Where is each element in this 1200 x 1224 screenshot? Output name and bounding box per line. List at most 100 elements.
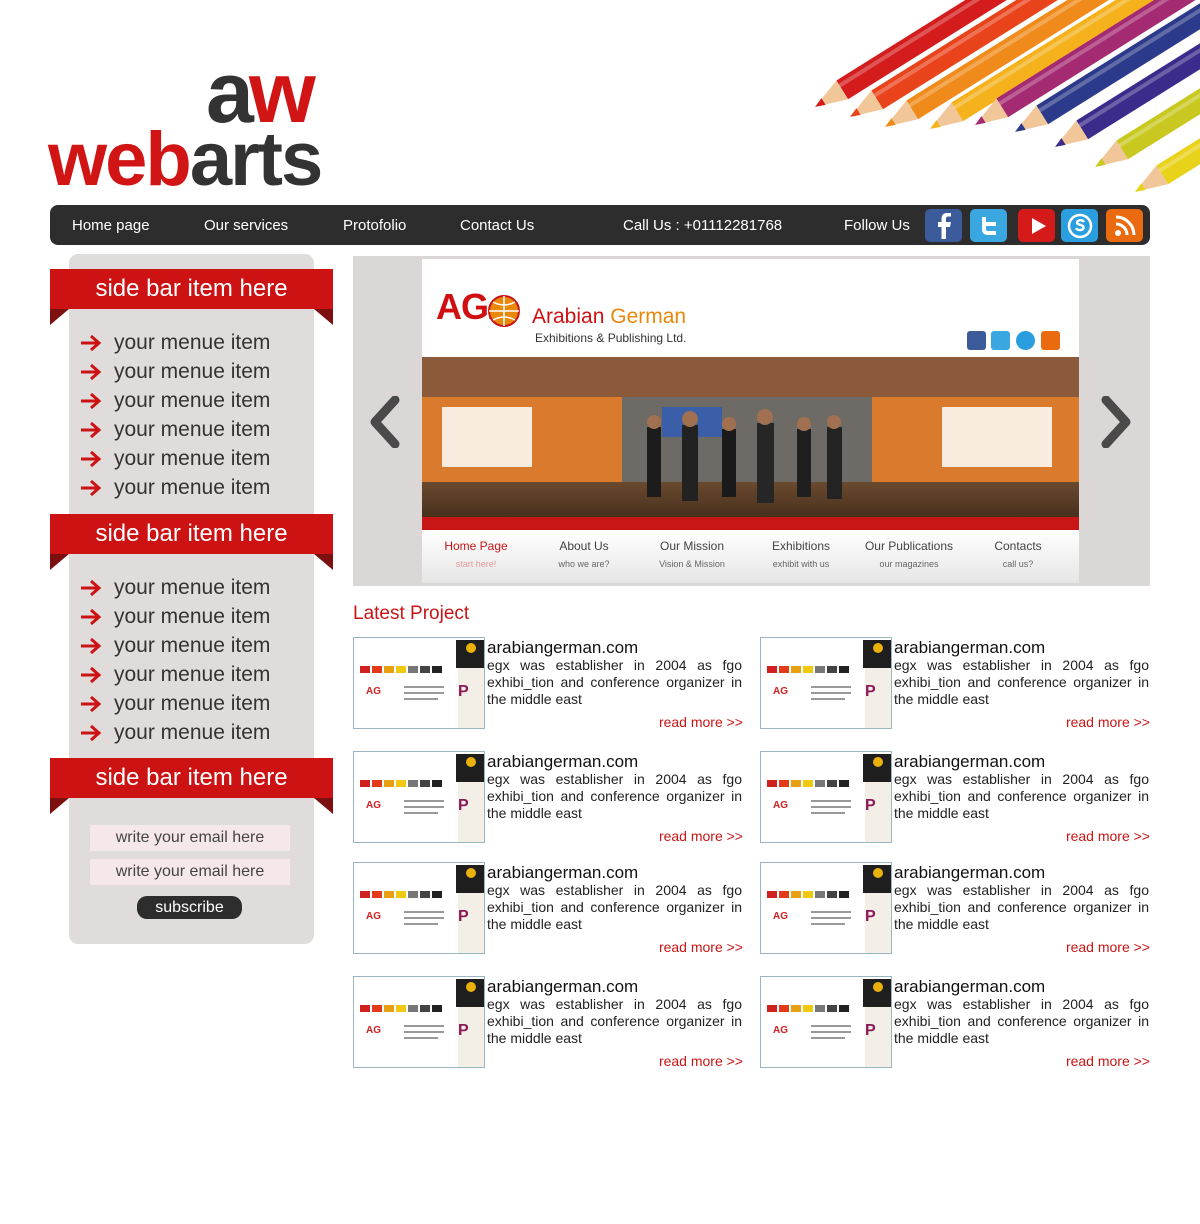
project-thumbnail[interactable]: P AG [353, 751, 485, 843]
project-thumbnail[interactable]: P AG [353, 637, 485, 729]
project-description: egx was establisher in 2004 as fgo exhib… [487, 882, 742, 932]
slide-nav-publications: Our Publications our magazines [864, 539, 954, 569]
svg-text:P: P [865, 797, 876, 814]
rss-icon[interactable] [1106, 209, 1143, 242]
svg-text:P: P [458, 797, 469, 814]
red-arrow-icon [81, 695, 102, 712]
rss-icon [1041, 331, 1060, 350]
red-arrow-icon [81, 579, 102, 596]
svg-text:P: P [458, 683, 469, 700]
sidebar-menu-item[interactable]: your menue item [80, 718, 320, 747]
svg-text:AG: AG [366, 911, 381, 922]
featured-slider: AGEX Arabian German Exhibitions & Publis… [353, 256, 1150, 586]
project-thumbnail[interactable]: P AG [353, 862, 485, 954]
slider-prev-arrow[interactable] [365, 396, 405, 448]
svg-text:AG: AG [773, 800, 788, 811]
svg-text:P: P [865, 1022, 876, 1039]
slide-nav-bar: Home Page start here! About Us who we are?… [422, 530, 1079, 583]
sidebar-menu-item[interactable]: your menue item [80, 631, 320, 660]
project-title[interactable]: arabiangerman.com [487, 863, 638, 883]
ribbon-fold [50, 554, 69, 570]
sidebar-menu-item[interactable]: your menue item [80, 473, 320, 502]
slide-screenshot[interactable]: AGEX Arabian German Exhibitions & Publis… [422, 259, 1079, 583]
email-field-2[interactable] [90, 859, 290, 885]
youtube-icon[interactable] [1018, 209, 1055, 242]
ribbon-fold [314, 554, 333, 570]
red-arrow-icon [81, 334, 102, 351]
svg-text:P: P [458, 908, 469, 925]
email-field-1[interactable] [90, 825, 290, 851]
read-more-link[interactable]: read more >> [1066, 1053, 1150, 1069]
project-thumbnail[interactable]: P AG [760, 637, 892, 729]
project-description: egx was establisher in 2004 as fgo exhib… [894, 771, 1149, 821]
project-thumbnail[interactable]: P AG [760, 862, 892, 954]
read-more-link[interactable]: read more >> [1066, 714, 1150, 730]
red-arrow-icon [81, 392, 102, 409]
read-more-link[interactable]: read more >> [659, 939, 743, 955]
call-us-text: Call Us : +01112281768 [623, 217, 783, 234]
nav-contact-us[interactable]: Contact Us [460, 205, 534, 245]
project-description: egx was establisher in 2004 as fgo exhib… [487, 771, 742, 821]
slide-nav-home: Home Page start here! [444, 539, 508, 569]
nav-portfolio[interactable]: Protofolio [343, 205, 406, 245]
subscribe-button[interactable]: subscribe [137, 896, 242, 919]
sidebar-menu-item[interactable]: your menue item [80, 328, 320, 357]
red-arrow-icon [81, 479, 102, 496]
project-card: P AG arabiangerman.com egx was establisher … [760, 862, 1150, 956]
facebook-icon[interactable] [925, 209, 962, 242]
twitter-icon[interactable] [970, 209, 1007, 242]
ribbon-fold [314, 798, 333, 814]
read-more-link[interactable]: read more >> [659, 1053, 743, 1069]
sidebar-menu-item[interactable]: your menue item [80, 573, 320, 602]
project-card: P AG arabiangerman.com egx was establisher … [353, 976, 743, 1070]
project-title[interactable]: arabiangerman.com [487, 752, 638, 772]
project-title[interactable]: arabiangerman.com [894, 863, 1045, 883]
svg-text:AG: AG [366, 686, 381, 697]
red-arrow-icon [81, 450, 102, 467]
read-more-link[interactable]: read more >> [1066, 828, 1150, 844]
project-card: P AG arabiangerman.com egx was establisher … [353, 862, 743, 956]
sidebar-menu-item[interactable]: your menue item [80, 415, 320, 444]
project-title[interactable]: arabiangerman.com [894, 977, 1045, 997]
webarts-logo[interactable]: aw webarts [48, 50, 378, 202]
read-more-link[interactable]: read more >> [659, 714, 743, 730]
red-arrow-icon [81, 421, 102, 438]
latest-project-heading: Latest Project [353, 603, 470, 624]
skype-icon [1016, 331, 1035, 350]
project-title[interactable]: arabiangerman.com [894, 752, 1045, 772]
sidebar-menu-item[interactable]: your menue item [80, 386, 320, 415]
pencils-decoration [815, 0, 1200, 192]
sidebar-menu-item[interactable]: your menue item [80, 444, 320, 473]
sidebar-menu-item[interactable]: your menue item [80, 602, 320, 631]
slide-nav-mission: Our Mission Vision & Mission [659, 539, 725, 569]
project-thumbnail[interactable]: P AG [353, 976, 485, 1068]
sidebar-menu-item[interactable]: your menue item [80, 689, 320, 718]
slider-next-arrow[interactable] [1096, 396, 1136, 448]
skype-icon[interactable] [1061, 209, 1098, 242]
project-description: egx was establisher in 2004 as fgo exhib… [894, 882, 1149, 932]
sidebar-header-3: side bar item here [50, 758, 333, 798]
sidebar-menu-item[interactable]: your menue item [80, 357, 320, 386]
logo-wordmark: webarts [48, 117, 323, 202]
read-more-link[interactable]: read more >> [1066, 939, 1150, 955]
svg-text:AG: AG [366, 1025, 381, 1036]
facebook-icon [967, 331, 986, 350]
sidebar-header-1: side bar item here [50, 269, 333, 309]
project-title[interactable]: arabiangerman.com [487, 638, 638, 658]
project-card: P AG arabiangerman.com egx was establisher … [353, 637, 743, 731]
globe-icon [488, 295, 520, 327]
slide-nav-exhibitions: Exhibitions exhibit with us [771, 539, 831, 569]
project-thumbnail[interactable]: P AG [760, 976, 892, 1068]
project-title[interactable]: arabiangerman.com [894, 638, 1045, 658]
project-description: egx was establisher in 2004 as fgo exhib… [487, 657, 742, 707]
slide-nav-about: About Us who we are? [558, 539, 610, 569]
sidebar-menu-item[interactable]: your menue item [80, 660, 320, 689]
svg-text:P: P [458, 1022, 469, 1039]
project-title[interactable]: arabiangerman.com [487, 977, 638, 997]
sidebar-menu-2: your menue item your menue item your men… [80, 573, 320, 747]
nav-home-page[interactable]: Home page [72, 205, 150, 245]
nav-our-services[interactable]: Our services [204, 205, 288, 245]
read-more-link[interactable]: read more >> [659, 828, 743, 844]
project-description: egx was establisher in 2004 as fgo exhib… [894, 996, 1149, 1046]
project-thumbnail[interactable]: P AG [760, 751, 892, 843]
